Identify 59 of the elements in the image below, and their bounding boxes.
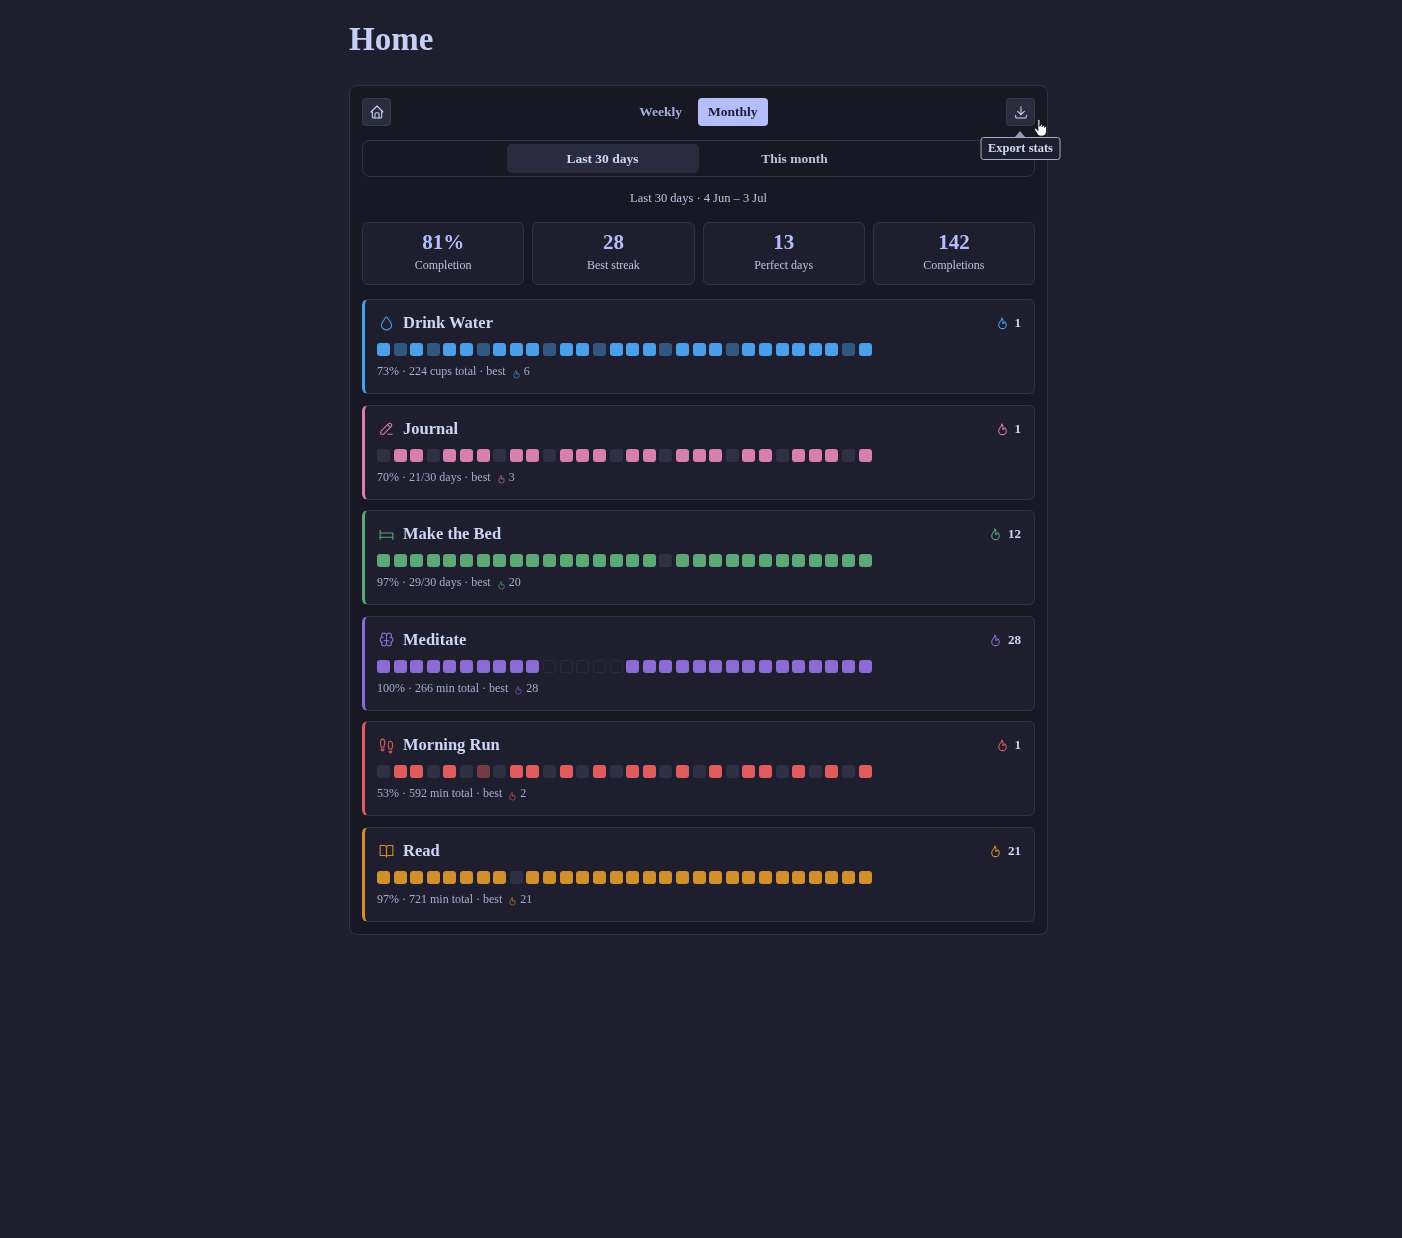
page-title: Home [349,21,435,57]
flame-icon [495,473,507,485]
flame-icon [988,631,1003,648]
range-tab[interactable]: This month [698,144,891,173]
streak-count: 1 [1014,420,1021,437]
stat-label: Best streak [586,257,640,273]
home-button[interactable] [362,98,391,126]
stat-value: 81% [422,230,465,254]
export-button[interactable] [1006,98,1035,126]
best-streak: 28 [526,679,539,696]
habit-summary: 73% · 224 cups total · best [377,363,506,379]
habit-name: Read [403,839,440,862]
stat-value: 28 [602,230,624,254]
streak-count: 28 [1008,631,1021,648]
pencil-icon [378,420,395,437]
brain-icon [378,631,395,648]
flame-icon [988,526,1003,542]
habit-summary: 53% · 592 min total · best [377,785,503,801]
habit-name: Make the Bed [403,523,502,545]
best-streak: 20 [508,574,521,590]
range-tab[interactable]: Last 30 days [506,144,699,173]
habit-summary: 97% · 29/30 days · best [377,574,491,590]
streak-count: 21 [1008,842,1021,859]
flame-icon [513,684,525,696]
stat-label: Perfect days [754,257,814,273]
habit-name: Drink Water [403,312,493,334]
home-icon [368,104,385,120]
tooltip-arrow-icon [1015,131,1025,137]
stat-value: 142 [938,230,970,254]
stat-label: Completion [414,257,472,273]
habit-summary: 100% · 266 min total · best [377,679,509,696]
footprints-icon [378,736,395,754]
open-book-icon [378,842,395,859]
habit-summary: 97% · 721 min total · best [377,890,503,907]
stat-value: 13 [773,230,795,254]
water-drop-icon [378,314,395,332]
flame-icon [507,789,519,802]
habit-summary: 70% · 21/30 days · best [377,468,491,485]
habit-name: Meditate [403,628,467,651]
best-streak: 6 [523,363,530,379]
download-icon [1012,104,1029,120]
hand-cursor-icon [1033,118,1047,138]
view-tab[interactable]: Monthly [698,98,768,126]
streak-count: 1 [1014,737,1021,753]
view-tab[interactable]: Weekly [629,98,693,126]
best-streak: 21 [520,890,533,907]
range-caption: Last 30 days · 4 Jun – 3 Jul [629,190,768,207]
stat-label: Completions [923,257,985,273]
flame-icon [510,367,522,380]
flame-icon [507,895,519,907]
habit-name: Morning Run [403,734,500,756]
best-streak: 2 [520,785,527,801]
tooltip: Export stats [980,137,1061,160]
habit-name: Journal [403,417,458,440]
best-streak: 3 [508,468,515,485]
streak-count: 1 [1014,315,1021,331]
flame-icon [495,578,507,591]
streak-count: 12 [1008,526,1021,542]
flame-icon [988,842,1003,859]
